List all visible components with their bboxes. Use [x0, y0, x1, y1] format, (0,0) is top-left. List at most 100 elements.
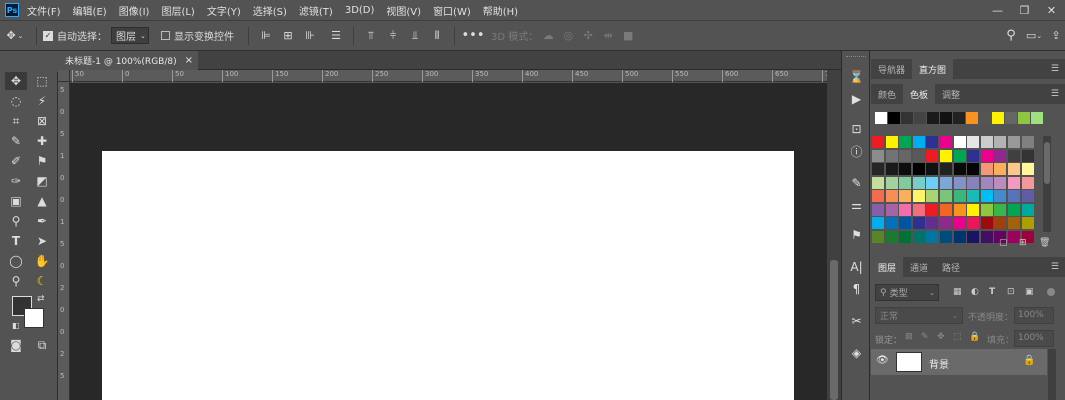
- banana-icon[interactable]: ☾: [31, 272, 53, 290]
- recent-swatch[interactable]: [914, 112, 926, 124]
- move-tool-preset-icon[interactable]: ✥ ⌄: [0, 29, 30, 42]
- recent-swatch[interactable]: [901, 112, 913, 124]
- color-swatch[interactable]: [899, 176, 912, 189]
- color-swatch[interactable]: [994, 163, 1007, 175]
- color-swatch[interactable]: [912, 203, 925, 216]
- ellipse-tool-icon[interactable]: ◯: [5, 252, 27, 270]
- 3d-pan-icon[interactable]: ✣: [578, 29, 598, 42]
- properties-panel-icon[interactable]: ◈: [847, 345, 866, 361]
- recent-swatch[interactable]: [1005, 112, 1017, 124]
- panel-menu-icon[interactable]: ☰: [1051, 262, 1059, 272]
- color-swatch[interactable]: [1008, 149, 1020, 162]
- lock-position-icon[interactable]: ✥: [937, 332, 945, 342]
- more-options-icon[interactable]: •••: [461, 28, 485, 43]
- color-swatch[interactable]: [940, 203, 952, 216]
- tools-preset-icon[interactable]: ✂: [847, 313, 866, 329]
- dodge-tool-icon[interactable]: ⚲: [5, 212, 27, 230]
- eyedropper-icon[interactable]: ✎: [5, 132, 27, 150]
- tab-color[interactable]: 颜色: [871, 84, 903, 104]
- color-swatch[interactable]: [926, 190, 939, 202]
- color-swatch[interactable]: [953, 203, 966, 216]
- color-swatch[interactable]: [980, 230, 993, 243]
- auto-select-checkbox[interactable]: ✓: [43, 30, 53, 41]
- new-swatch-group-icon[interactable]: ▢: [999, 238, 1008, 248]
- brush-settings-icon[interactable]: ⚌: [847, 197, 866, 213]
- color-swatch[interactable]: [885, 217, 898, 229]
- color-swatch[interactable]: [899, 136, 912, 148]
- color-swatch[interactable]: [872, 176, 884, 189]
- swatch-scroll-thumb[interactable]: [1044, 142, 1050, 184]
- swap-colors-icon[interactable]: ⇄: [37, 294, 45, 304]
- color-swatch[interactable]: [980, 163, 993, 175]
- scrollbar-thumb[interactable]: [830, 260, 838, 400]
- color-swatch[interactable]: [967, 190, 980, 202]
- color-swatch[interactable]: [912, 149, 925, 162]
- tab-histogram[interactable]: 直方图: [912, 59, 954, 79]
- color-swatch[interactable]: [994, 203, 1007, 216]
- clone-source-icon[interactable]: ⚑: [847, 227, 866, 243]
- color-swatch[interactable]: [1021, 217, 1034, 229]
- color-swatch[interactable]: [1008, 203, 1020, 216]
- quick-mask-icon[interactable]: ◙: [5, 336, 27, 354]
- lock-transparency-icon[interactable]: ⊠: [905, 332, 913, 342]
- hand-tool-icon[interactable]: ✋: [31, 252, 53, 270]
- eraser-tool-icon[interactable]: ◩: [31, 172, 53, 190]
- menu-image[interactable]: 图像(I): [119, 3, 150, 18]
- distribute-icon[interactable]: ⦀: [426, 29, 448, 43]
- color-swatch[interactable]: [953, 163, 966, 175]
- menu-file[interactable]: 文件(F): [27, 3, 61, 18]
- menu-help[interactable]: 帮助(H): [483, 3, 518, 18]
- filter-type-icon[interactable]: T: [989, 287, 995, 297]
- actions-panel-icon[interactable]: ▶: [847, 91, 866, 107]
- tab-adjustments[interactable]: 调整: [935, 84, 967, 104]
- color-swatch[interactable]: [994, 190, 1007, 202]
- move-tool-icon[interactable]: ✥: [5, 72, 27, 90]
- document-tab[interactable]: 未标题-1 @ 100%(RGB/8) ×: [58, 51, 198, 70]
- color-swatch[interactable]: [885, 149, 898, 162]
- color-swatch[interactable]: [994, 136, 1007, 148]
- menu-filter[interactable]: 滤镜(T): [299, 3, 333, 18]
- workspace-icon[interactable]: ▭ ⌄: [1021, 29, 1047, 42]
- fill-field[interactable]: 100%: [1014, 330, 1054, 347]
- close-tab-icon[interactable]: ×: [185, 55, 193, 66]
- color-swatch[interactable]: [940, 190, 952, 202]
- color-swatch[interactable]: [994, 217, 1007, 229]
- recent-swatch[interactable]: [953, 112, 965, 124]
- color-swatch[interactable]: [1008, 136, 1020, 148]
- document-canvas[interactable]: [102, 151, 794, 400]
- recent-swatch[interactable]: [927, 112, 939, 124]
- color-swatch[interactable]: [953, 176, 966, 189]
- color-swatch[interactable]: [899, 149, 912, 162]
- paragraph-panel-icon[interactable]: ¶: [847, 281, 866, 297]
- opacity-field[interactable]: 100%: [1014, 307, 1054, 324]
- color-swatch[interactable]: [980, 149, 993, 162]
- color-swatch[interactable]: [912, 190, 925, 202]
- color-swatch[interactable]: [980, 203, 993, 216]
- color-swatch[interactable]: [953, 230, 966, 243]
- horizontal-ruler[interactable]: 50 0 50 100 150 200 250 300 350 400 450 500 550 600 65…: [70, 70, 838, 82]
- pen-tool-icon[interactable]: ✒: [31, 212, 53, 230]
- layer-visibility-icon[interactable]: 👁: [876, 355, 889, 366]
- color-swatch[interactable]: [1021, 149, 1034, 162]
- color-swatch[interactable]: [926, 149, 939, 162]
- color-swatch[interactable]: [885, 203, 898, 216]
- color-swatch[interactable]: [872, 230, 884, 243]
- color-swatch[interactable]: [940, 163, 952, 175]
- color-swatch[interactable]: [872, 163, 884, 175]
- color-swatch[interactable]: [926, 136, 939, 148]
- panel-menu-icon[interactable]: ☰: [1051, 89, 1059, 99]
- zoom-tool-icon[interactable]: ⚲: [5, 272, 27, 290]
- type-tool-icon[interactable]: T: [5, 232, 27, 250]
- filter-pixel-icon[interactable]: ▦: [953, 287, 962, 297]
- color-swatch[interactable]: [1008, 176, 1020, 189]
- color-swatch[interactable]: [912, 230, 925, 243]
- ruler-origin[interactable]: [58, 70, 70, 82]
- filter-toggle[interactable]: [1047, 288, 1055, 296]
- color-swatch[interactable]: [1021, 176, 1034, 189]
- color-swatch[interactable]: [940, 217, 952, 229]
- tab-swatches[interactable]: 色板: [903, 84, 936, 104]
- minimize-button[interactable]: —: [984, 0, 1011, 20]
- menu-view[interactable]: 视图(V): [386, 3, 421, 18]
- align-bottom-icon[interactable]: ⫫: [404, 29, 426, 43]
- color-swatch[interactable]: [885, 176, 898, 189]
